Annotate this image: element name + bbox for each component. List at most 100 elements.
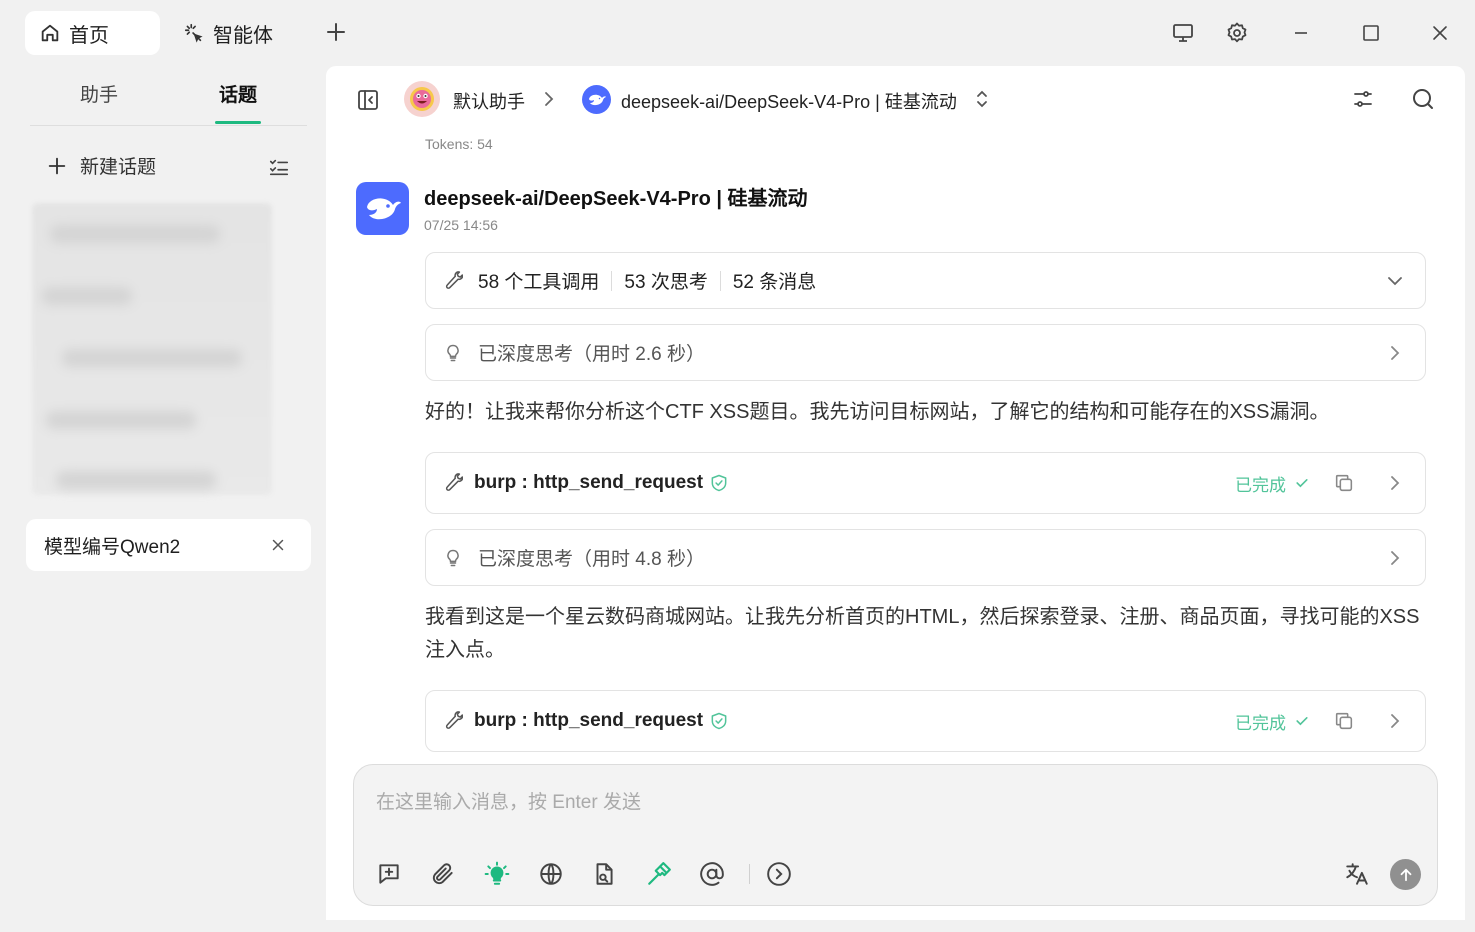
chat-panel: 默认助手 deepseek-ai/DeepSeek-V4-Pro | 硅基流动 … bbox=[326, 66, 1465, 920]
new-tab-button[interactable] bbox=[324, 20, 348, 44]
new-context-button[interactable] bbox=[374, 859, 404, 889]
knowledge-base-button[interactable] bbox=[589, 859, 619, 889]
topic-list-toggle[interactable] bbox=[268, 156, 290, 178]
active-tab-indicator bbox=[215, 121, 261, 124]
chat-settings-button[interactable] bbox=[1351, 87, 1375, 116]
chevron-right-circle-icon bbox=[767, 862, 791, 886]
title-bar: 首页 智能体 bbox=[0, 0, 1475, 66]
sidebar: 助手 话题 新建话题 模型编号Qwen2 bbox=[0, 66, 326, 932]
deepseek-whale-icon bbox=[366, 197, 401, 219]
attach-button[interactable] bbox=[428, 859, 458, 889]
tab-agents[interactable]: 智能体 bbox=[183, 11, 273, 55]
maximize-button[interactable] bbox=[1358, 20, 1384, 46]
assistant-avatar[interactable] bbox=[404, 81, 440, 117]
blurred-topic-list bbox=[32, 203, 272, 495]
at-sign-icon bbox=[700, 862, 724, 886]
summary-stats: 58 个工具调用 53 次思考 52 条消息 bbox=[478, 267, 816, 294]
settings-button[interactable] bbox=[1224, 20, 1250, 46]
model-logo bbox=[582, 85, 611, 114]
sparkle-icon bbox=[184, 23, 203, 43]
lightbulb-icon bbox=[484, 861, 510, 885]
model-selector[interactable]: deepseek-ai/DeepSeek-V4-Pro | 硅基流动 bbox=[621, 88, 957, 114]
tool-name-label: burp : http_send_request bbox=[474, 710, 704, 731]
maximize-icon bbox=[1363, 25, 1379, 41]
chevron-down-icon bbox=[1388, 276, 1402, 285]
breadcrumb-separator bbox=[539, 88, 559, 115]
tool-name-label: burp : http_send_request bbox=[474, 472, 704, 493]
new-topic-label: 新建话题 bbox=[80, 157, 157, 178]
send-button[interactable] bbox=[1390, 859, 1421, 890]
tab-assistants[interactable]: 助手 bbox=[80, 80, 118, 107]
tool-summary-card[interactable]: 58 个工具调用 53 次思考 52 条消息 bbox=[425, 252, 1426, 309]
topic-item-label: 模型编号Qwen2 bbox=[44, 536, 181, 558]
tool-status-label: 已完成 bbox=[1235, 713, 1286, 733]
expand-toolbar-button[interactable] bbox=[764, 859, 794, 889]
wrench-icon bbox=[442, 270, 464, 292]
tool-status-label: 已完成 bbox=[1235, 475, 1286, 495]
plus-icon bbox=[48, 157, 66, 174]
copy-icon[interactable] bbox=[1333, 472, 1355, 494]
close-window-button[interactable] bbox=[1427, 20, 1453, 46]
close-icon bbox=[1433, 26, 1447, 40]
minimize-icon bbox=[1295, 32, 1307, 34]
emoji-face-icon bbox=[410, 87, 434, 111]
tool-call-card[interactable]: burp : http_send_request 已完成 bbox=[425, 452, 1426, 514]
tool-status: 已完成 bbox=[1235, 471, 1310, 496]
monitor-icon bbox=[1173, 24, 1193, 42]
file-search-icon bbox=[596, 863, 613, 885]
gear-icon bbox=[1227, 22, 1247, 43]
message-paragraph: 好的！让我来帮你分析这个CTF XSS题目。我先访问目标网站，了解它的结构和可能… bbox=[425, 401, 1330, 423]
close-icon[interactable] bbox=[269, 536, 287, 554]
tool-call-name: burp : http_send_request bbox=[474, 710, 729, 732]
arrow-up-icon bbox=[1400, 868, 1411, 881]
check-icon bbox=[1296, 479, 1308, 488]
minimize-button[interactable] bbox=[1288, 20, 1314, 46]
monitor-button[interactable] bbox=[1170, 20, 1196, 46]
tool-call-card[interactable]: burp : http_send_request 已完成 bbox=[425, 690, 1426, 752]
web-search-button[interactable] bbox=[536, 859, 566, 889]
tab-home[interactable]: 首页 bbox=[25, 11, 160, 55]
thinking-label: 已深度思考（用时 4.8 秒） bbox=[478, 549, 705, 570]
chevron-right-icon bbox=[545, 92, 554, 106]
tool-calls-count: 58 个工具调用 bbox=[478, 272, 600, 293]
paperclip-icon bbox=[432, 863, 453, 885]
chevron-right-icon bbox=[1391, 345, 1400, 360]
message-paragraph: 我看到这是一个星云数码商城网站。让我先分析首页的HTML，然后探索登录、注册、商… bbox=[425, 606, 1420, 661]
chat-header: 默认助手 deepseek-ai/DeepSeek-V4-Pro | 硅基流动 bbox=[326, 66, 1465, 132]
toggle-sidebar-button[interactable] bbox=[356, 88, 380, 117]
assistant-name[interactable]: 默认助手 bbox=[453, 88, 525, 114]
copy-icon[interactable] bbox=[1333, 710, 1355, 732]
thinking-card[interactable]: 已深度思考（用时 2.6 秒） bbox=[425, 324, 1426, 381]
model-selector-toggle[interactable] bbox=[972, 88, 992, 115]
lightbulb-icon bbox=[442, 342, 464, 364]
sidebar-tabs: 助手 话题 bbox=[30, 76, 307, 126]
mcp-tools-button[interactable] bbox=[644, 859, 674, 889]
wrench-icon bbox=[442, 472, 464, 494]
deep-thinking-button[interactable] bbox=[482, 859, 512, 889]
shield-check-icon bbox=[711, 474, 727, 492]
hammer-icon bbox=[648, 862, 671, 885]
deepseek-whale-icon bbox=[588, 94, 606, 105]
translate-button[interactable] bbox=[1342, 859, 1372, 889]
message-input[interactable]: 在这里输入消息，按 Enter 发送 bbox=[376, 787, 641, 814]
translate-icon bbox=[1346, 863, 1368, 885]
new-topic-button[interactable]: 新建话题 bbox=[46, 152, 156, 179]
message-composer: 在这里输入消息，按 Enter 发送 bbox=[353, 764, 1438, 906]
search-button[interactable] bbox=[1411, 87, 1435, 116]
tab-topics[interactable]: 话题 bbox=[219, 80, 257, 107]
sliders-icon bbox=[1354, 91, 1372, 107]
lightbulb-icon bbox=[442, 547, 464, 569]
topic-item-active[interactable]: 模型编号Qwen2 bbox=[26, 519, 311, 571]
thinking-card[interactable]: 已深度思考（用时 4.8 秒） bbox=[425, 529, 1426, 586]
thinking-label: 已深度思考（用时 2.6 秒） bbox=[478, 344, 705, 365]
shield-check-icon bbox=[711, 712, 727, 730]
tool-status: 已完成 bbox=[1235, 709, 1310, 734]
chevron-right-icon bbox=[1391, 714, 1400, 728]
checklist-icon bbox=[269, 159, 289, 176]
toolbar-divider bbox=[749, 864, 750, 884]
message-timestamp: 07/25 14:56 bbox=[424, 217, 498, 233]
tab-agents-label: 智能体 bbox=[213, 24, 273, 47]
messages-count: 52 条消息 bbox=[732, 272, 817, 293]
plus-icon bbox=[327, 23, 345, 41]
mention-model-button[interactable] bbox=[697, 859, 727, 889]
